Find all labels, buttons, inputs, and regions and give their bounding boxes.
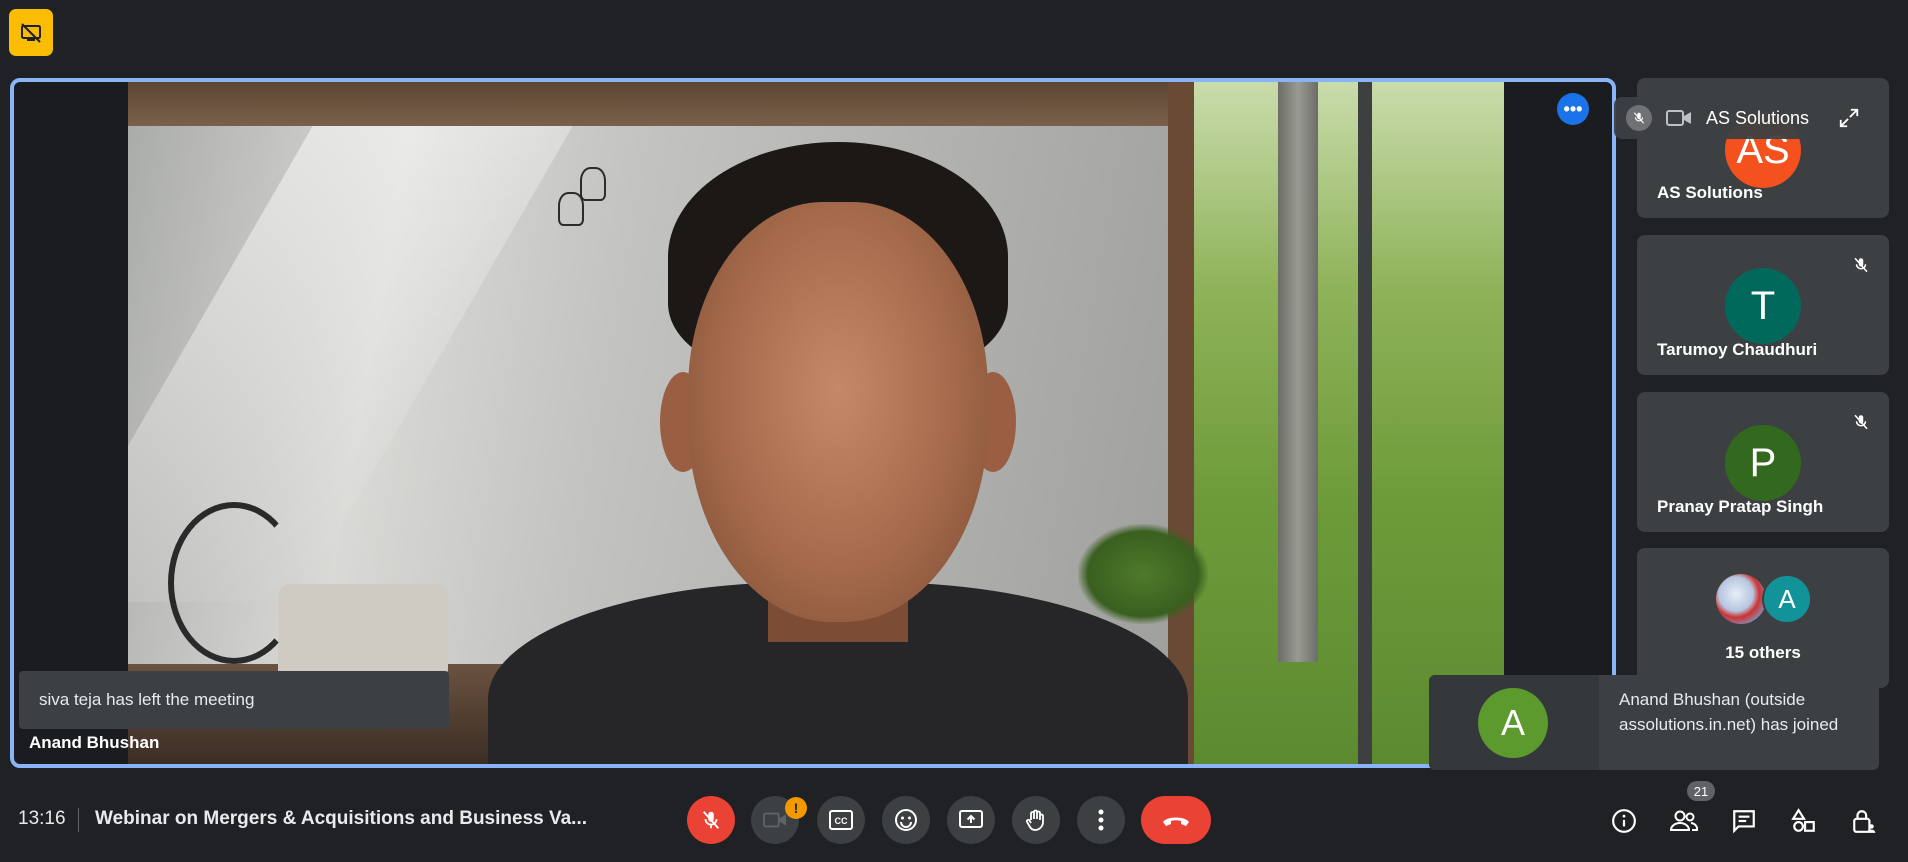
info-icon [1612, 809, 1636, 833]
camera-alert-badge: ! [785, 797, 807, 819]
svg-text:CC: CC [835, 816, 848, 826]
captions-button[interactable]: CC [817, 796, 865, 844]
people-icon [1669, 810, 1699, 831]
present-screen-icon [959, 810, 983, 828]
avatar: A [1762, 574, 1812, 624]
notification-text: siva teja has left the meeting [39, 690, 255, 709]
stage-more-options-button[interactable]: ••• [1557, 93, 1589, 125]
participants-count-badge: 21 [1687, 781, 1715, 801]
raise-hand-button[interactable] [1012, 796, 1060, 844]
participant-tile-pranay[interactable]: P Pranay Pratap Singh [1637, 392, 1889, 532]
microphone-toggle-button[interactable] [687, 796, 735, 844]
mic-off-icon [1849, 410, 1873, 434]
avatar: T [1725, 268, 1801, 344]
host-controls-button[interactable] [1844, 801, 1884, 841]
speaker-figure [488, 142, 1188, 764]
reactions-button[interactable] [882, 796, 930, 844]
joined-message: Anand Bhushan (outside assolutions.in.ne… [1619, 690, 1839, 734]
participant-tile-tarumoy[interactable]: T Tarumoy Chaudhuri [1637, 235, 1889, 375]
mic-off-icon[interactable] [1626, 105, 1652, 131]
hand-icon [1025, 809, 1044, 831]
leave-call-button[interactable] [1141, 796, 1211, 844]
participant-joined-notification: A Anand Bhushan (outside assolutions.in.… [1429, 675, 1879, 770]
meeting-clock: 13:16 [18, 808, 66, 829]
speaker-video [128, 82, 1504, 764]
expand-icon[interactable] [1838, 107, 1860, 129]
lock-person-icon [1853, 810, 1876, 833]
chat-icon [1733, 810, 1755, 834]
closed-captions-icon: CC [829, 810, 853, 830]
mic-off-icon [1849, 253, 1873, 277]
camera-off-icon [763, 812, 787, 828]
divider [78, 808, 79, 832]
chat-button[interactable] [1724, 801, 1764, 841]
no-screen-icon [21, 22, 41, 43]
left-meeting-notification: siva teja has left the meeting [19, 671, 449, 729]
more-options-button[interactable] [1077, 796, 1125, 844]
mic-off-icon [702, 811, 720, 829]
main-video-stage[interactable] [10, 78, 1616, 768]
meeting-details-button[interactable] [1604, 801, 1644, 841]
activities-button[interactable] [1784, 801, 1824, 841]
participant-name: Pranay Pratap Singh [1657, 497, 1824, 516]
others-tile[interactable] [1637, 548, 1889, 688]
present-screen-button[interactable] [947, 796, 995, 844]
avatar: A [1478, 688, 1548, 758]
more-vertical-icon [1098, 809, 1104, 831]
emoji-icon [895, 809, 917, 831]
end-call-icon [1163, 817, 1189, 826]
captions-off-badge[interactable] [9, 9, 53, 56]
more-horizontal-icon: ••• [1563, 98, 1583, 119]
pinned-tile-overlay[interactable]: AS Solutions [1614, 97, 1870, 139]
avatar: P [1725, 425, 1801, 501]
speaker-name-label: Anand Bhushan [29, 733, 160, 752]
participant-name: AS Solutions [1657, 183, 1763, 202]
avatar-photo [1716, 574, 1766, 624]
camera-icon[interactable] [1666, 108, 1692, 128]
others-count-label: 15 others [1725, 643, 1801, 662]
participant-name: Tarumoy Chaudhuri [1657, 340, 1818, 359]
participants-button[interactable] [1664, 801, 1704, 841]
pinned-tile-label: AS Solutions [1706, 107, 1810, 128]
meeting-title: Webinar on Mergers & Acquisitions and Bu… [95, 808, 588, 829]
shapes-icon [1791, 808, 1815, 832]
